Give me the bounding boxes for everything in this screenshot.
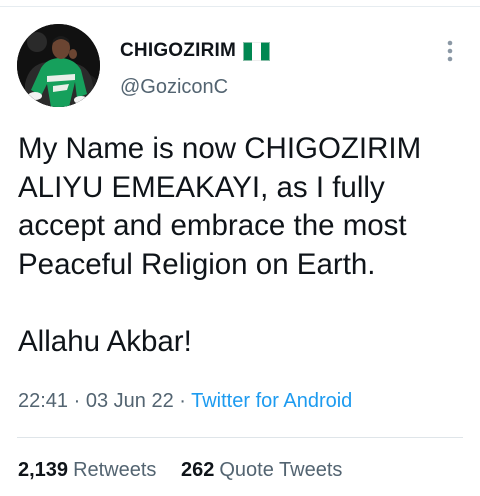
tweet-text-line: Peaceful Religion on Earth. [18, 247, 376, 281]
more-vertical-icon [447, 40, 453, 62]
top-divider [0, 6, 480, 7]
avatar[interactable] [17, 24, 100, 107]
divider [17, 437, 463, 438]
meta-separator: · [173, 390, 192, 412]
tweet-text-line: Allahu Akbar! [18, 324, 192, 358]
quote-tweets-label: Quote Tweets [219, 459, 343, 481]
tweet-stats: 2,139 Retweets 262 Quote Tweets [18, 459, 342, 482]
display-name-row[interactable]: CHIGOZIRIM [120, 38, 270, 64]
display-name[interactable]: CHIGOZIRIM [120, 40, 236, 62]
tweet-text-line: ALIYU EMEAKAYI, as I fully [18, 170, 385, 204]
meta-separator: · [68, 390, 86, 412]
avatar-photo [17, 24, 100, 107]
tweet-text-line: My Name is now CHIGOZIRIM [18, 132, 422, 165]
tweet-meta: 22:41 · 03 Jun 22 · Twitter for Android [18, 390, 352, 413]
quote-tweets-stat[interactable]: 262 Quote Tweets [181, 459, 342, 482]
tweet-text: My Name is now CHIGOZIRIM ALIYU EMEAKAYI… [18, 130, 473, 361]
nigeria-flag-icon [243, 41, 270, 61]
tweet-source-link[interactable]: Twitter for Android [191, 390, 352, 412]
tweet-text-line: accept and embrace the most [18, 209, 407, 242]
tweet-time[interactable]: 22:41 [18, 390, 68, 412]
quote-tweets-count: 262 [181, 459, 215, 481]
retweets-label: Retweets [73, 459, 157, 481]
user-handle[interactable]: @GoziconC [120, 76, 228, 99]
retweets-count: 2,139 [18, 459, 69, 481]
more-options-button[interactable] [438, 36, 462, 66]
retweets-stat[interactable]: 2,139 Retweets [18, 459, 156, 482]
tweet-date[interactable]: 03 Jun 22 [86, 390, 174, 412]
